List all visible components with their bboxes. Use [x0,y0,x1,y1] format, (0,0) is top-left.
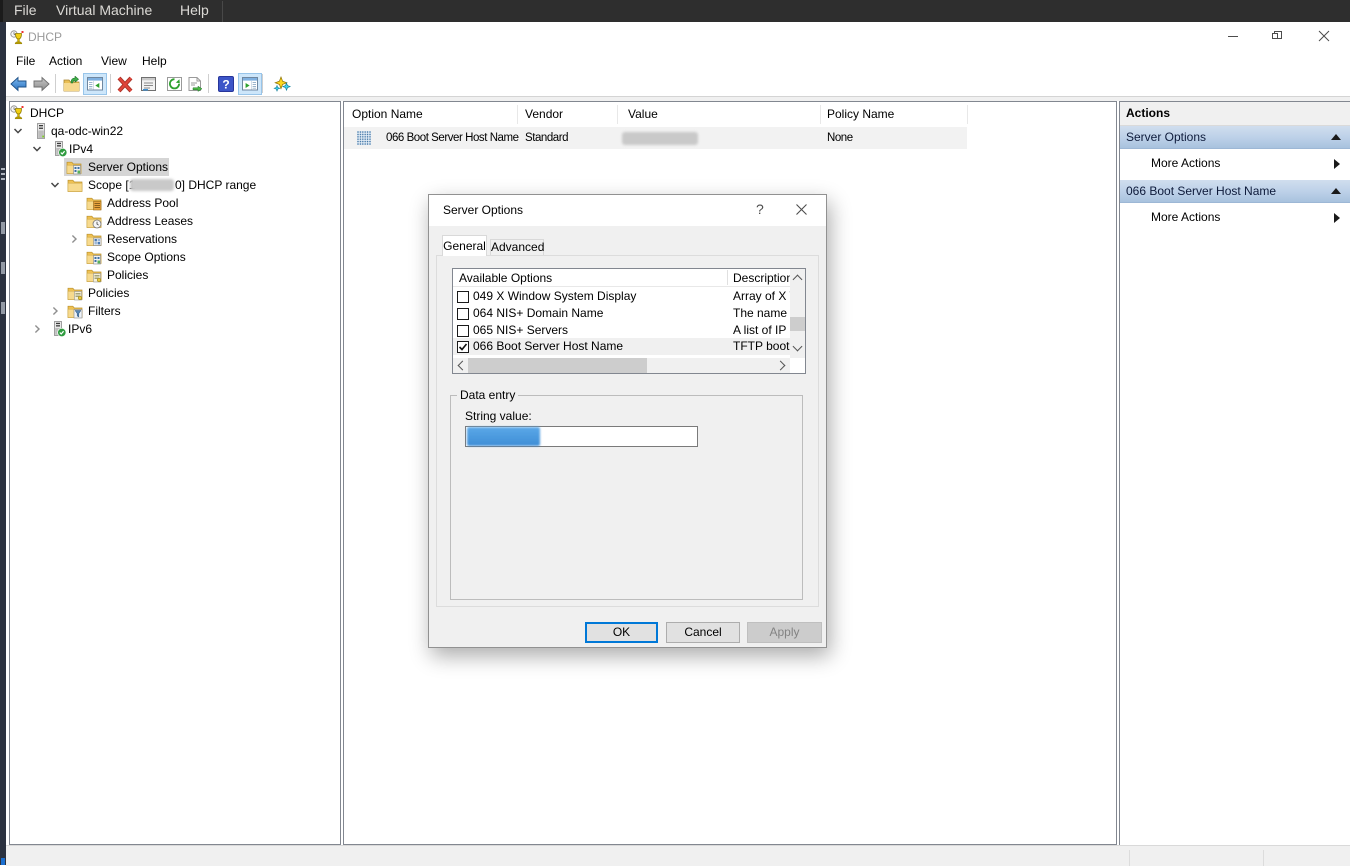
svg-text:?: ? [222,78,229,92]
